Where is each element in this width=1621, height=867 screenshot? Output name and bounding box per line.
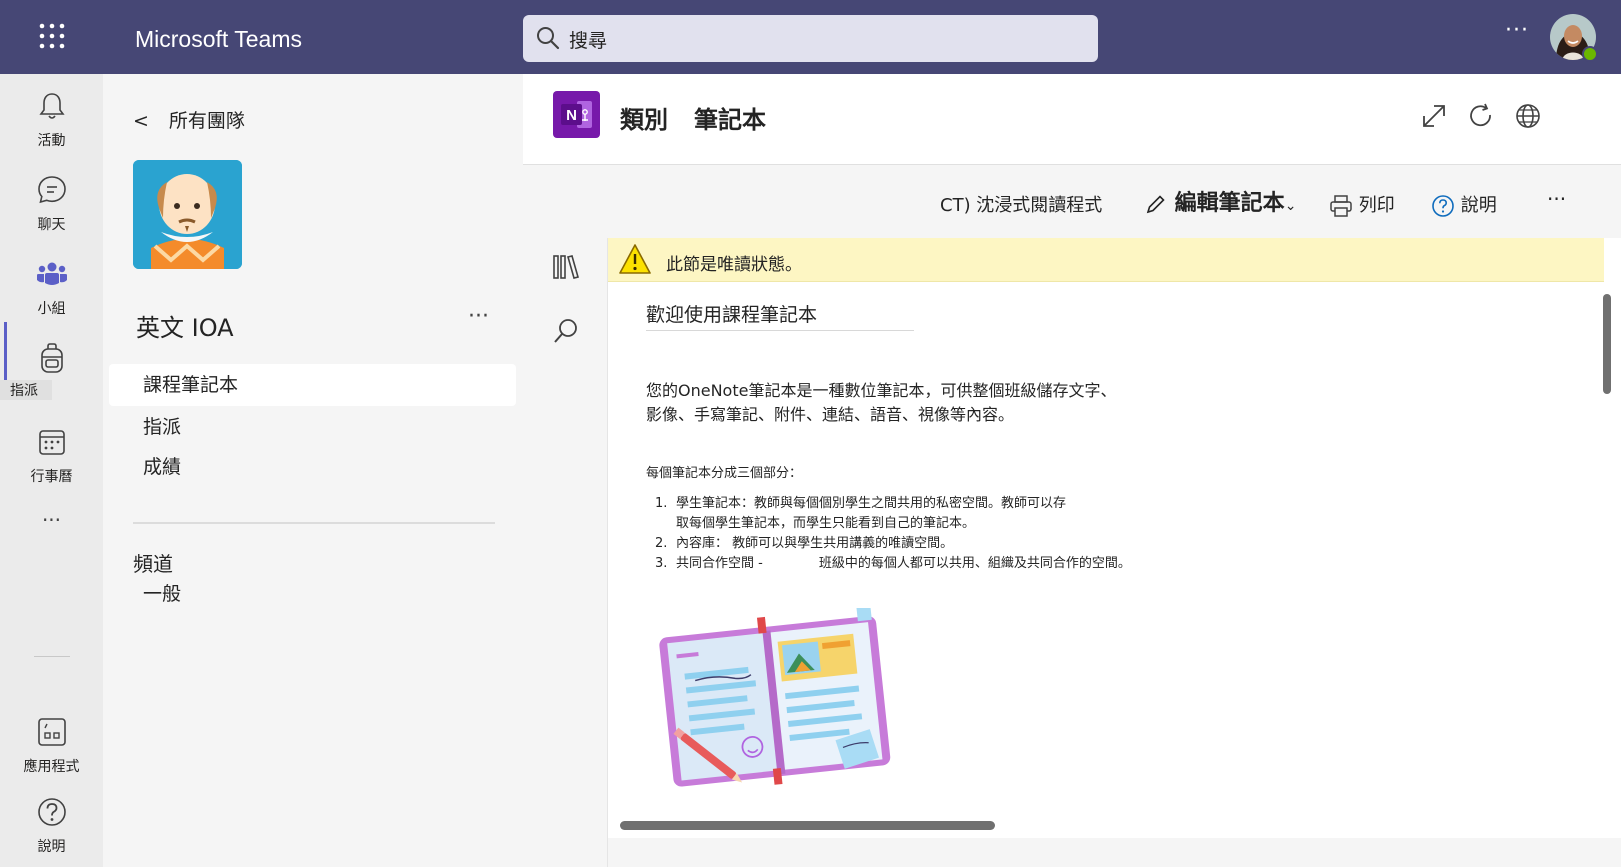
main-content: N 類別 筆記本 CT) 沈浸式閱讀程式 編輯筆記本⌄ 列印 說明 ··· 此節… (523, 74, 1621, 867)
help-icon (1431, 195, 1455, 217)
list-number: 3. (655, 556, 668, 571)
presence-available-icon (1582, 46, 1598, 62)
rail-item-calendar[interactable]: 行事曆 (0, 416, 103, 496)
sections-list: 1. 學生筆記本：教師與每個個別學生之間共用的私密空間。教師可以存 取每個學生筆… (646, 494, 1166, 574)
rail-item-chat[interactable]: 聊天 (0, 164, 103, 244)
refresh-icon[interactable] (1467, 102, 1495, 130)
nav-item-assignments[interactable]: 指派 (109, 406, 516, 448)
rail-item-help[interactable]: 說明 (0, 786, 103, 866)
chevron-left-icon: < (133, 110, 149, 132)
panel-divider (133, 522, 495, 524)
help-icon (36, 796, 68, 828)
list-text: 學生筆記本：教師與每個個別學生之間共用的私密空間。教師可以存 (676, 496, 1067, 511)
warning-icon (619, 244, 651, 274)
notebook-illustration (658, 605, 898, 798)
intro-line: 您的OneNote筆記本是一種數位筆記本，可供整個班級儲存文字、 (646, 381, 1117, 400)
print-button[interactable]: 列印 (1329, 191, 1395, 218)
onenote-toolbar: CT) 沈浸式閱讀程式 編輯筆記本⌄ 列印 說明 ··· (523, 165, 1621, 238)
bell-icon (36, 90, 68, 122)
search-icon[interactable] (551, 316, 581, 346)
print-label: 列印 (1358, 195, 1395, 216)
rail-item-label: 活動 (37, 133, 66, 149)
team-panel: < 所有團隊 英文 IOA ··· 課程筆記本 指派 成績 頻道 一般 (103, 74, 523, 867)
onenote-icon: N (553, 91, 600, 138)
chat-icon (36, 174, 68, 206)
team-name: 英文 IOA (136, 314, 234, 342)
nav-item-grades[interactable]: 成績 (109, 446, 516, 488)
list-text: 內容庫： 教師可以與學生共用講義的唯讀空間。 (676, 536, 954, 551)
more-options-icon[interactable]: ··· (1502, 20, 1532, 52)
toolbar-more-icon[interactable]: ··· (1547, 187, 1566, 211)
help-label: 說明 (1460, 195, 1497, 216)
tab-name: 筆記本 (694, 106, 766, 134)
rail-item-label: 小組 (37, 301, 66, 317)
rail-item-apps[interactable]: 應用程式 (0, 706, 103, 786)
rail-divider (34, 656, 70, 657)
channel-item-general[interactable]: 一般 (109, 573, 516, 615)
edit-notebook-button[interactable]: 編輯筆記本⌄ (1145, 185, 1296, 217)
vertical-scrollbar[interactable] (1603, 294, 1611, 394)
rail-more-button[interactable]: ··· (0, 506, 103, 546)
list-number: 2. (655, 536, 668, 551)
list-item: 1. 學生筆記本：教師與每個個別學生之間共用的私密空間。教師可以存 取每個學生筆… (646, 494, 1166, 534)
sections-heading: 每個筆記本分成三個部分： (646, 466, 803, 481)
back-label: 所有團隊 (168, 110, 245, 132)
read-only-message: 此節是唯讀狀態。 (666, 255, 802, 275)
tab-category: 類別 (620, 106, 668, 134)
rail-item-label: 說明 (37, 839, 66, 855)
app-rail: 活動 聊天 小組 指派 行事曆 ··· 應用程式 說明 (0, 74, 103, 867)
rail-item-label: 聊天 (37, 217, 66, 233)
printer-icon (1329, 195, 1353, 217)
immersive-reader-button[interactable]: CT) 沈浸式閱讀程式 (940, 191, 1102, 217)
rail-item-assignments[interactable]: 指派 (0, 332, 103, 412)
read-only-banner: 此節是唯讀狀態。 (608, 238, 1604, 282)
page-intro: 您的OneNote筆記本是一種數位筆記本，可供整個班級儲存文字、 影像、手寫筆記… (646, 379, 1166, 427)
page-footer-area (608, 838, 1621, 867)
svg-text:N: N (566, 107, 577, 124)
top-bar: Microsoft Teams 搜尋 ··· (0, 0, 1621, 74)
app-title: Microsoft Teams (135, 26, 303, 52)
team-more-icon[interactable]: ··· (468, 304, 489, 329)
search-icon (535, 25, 561, 55)
calendar-icon (36, 426, 68, 458)
help-button[interactable]: 說明 (1431, 191, 1497, 218)
tab-title: 類別 筆記本 (620, 100, 766, 135)
nav-item-class-notebook[interactable]: 課程筆記本 (109, 364, 516, 406)
search-placeholder: 搜尋 (569, 30, 608, 52)
list-item: 3. 共同合作空間 - 班級中的每個人都可以共用、組織及共同合作的空間。 (646, 554, 1166, 574)
expand-icon[interactable] (1420, 102, 1448, 130)
back-to-all-teams[interactable]: < 所有團隊 (133, 106, 245, 133)
library-icon[interactable] (551, 252, 581, 282)
team-picture (133, 160, 242, 269)
list-item: 2. 內容庫： 教師可以與學生共用講義的唯讀空間。 (646, 534, 1166, 554)
page-title: 歡迎使用課程筆記本 (646, 300, 914, 331)
rail-item-activity[interactable]: 活動 (0, 80, 103, 160)
list-text: 共同合作空間 - (676, 556, 763, 571)
rail-item-teams[interactable]: 小組 (0, 248, 103, 328)
rail-item-label: 指派 (0, 380, 52, 400)
horizontal-scrollbar[interactable] (620, 821, 995, 830)
apps-icon (36, 716, 68, 748)
backpack-icon (36, 342, 68, 374)
app-launcher-icon[interactable] (38, 22, 66, 50)
rail-item-label: 行事曆 (30, 469, 73, 485)
intro-line: 影像、手寫筆記、附件、連結、語音、視像等內容。 (646, 405, 1015, 424)
pencil-icon (1145, 191, 1167, 216)
edit-notebook-label: 編輯筆記本 (1174, 191, 1285, 216)
rail-item-label: 應用程式 (23, 759, 80, 775)
more-options-icon: ··· (41, 508, 62, 532)
list-text: 取每個學生筆記本，而學生只能看到自己的筆記本。 (676, 516, 976, 531)
teams-icon (36, 258, 68, 290)
list-text: 班級中的每個人都可以共用、組織及共同合作的空間。 (818, 556, 1131, 571)
notebook-side-tools (523, 238, 607, 867)
chevron-down-icon: ⌄ (1284, 198, 1297, 214)
list-number: 1. (655, 496, 668, 511)
notebook-page: 此節是唯讀狀態。 歡迎使用課程筆記本 您的OneNote筆記本是一種數位筆記本，… (607, 238, 1621, 867)
search-input[interactable]: 搜尋 (523, 15, 1098, 62)
globe-icon[interactable] (1514, 102, 1542, 130)
